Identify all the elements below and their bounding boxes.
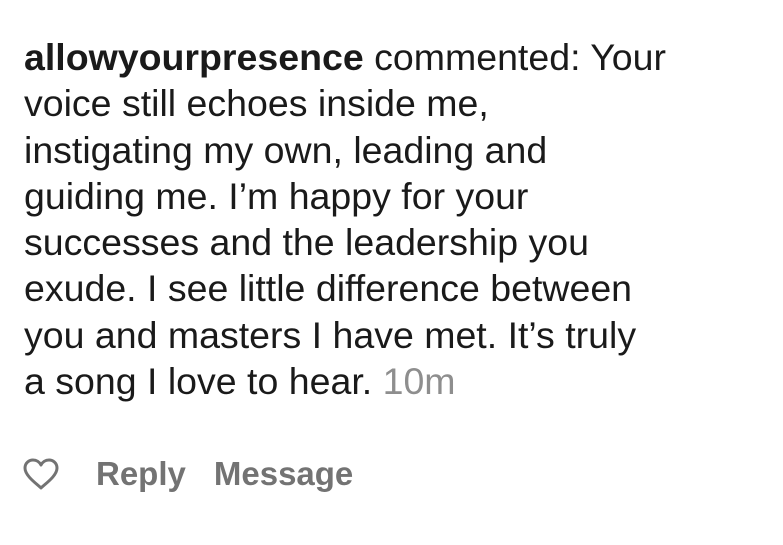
comment-text-line-4: guiding me. I’m happy for your bbox=[24, 174, 529, 217]
comment-line-8: a song I love to hear. 10m bbox=[24, 358, 764, 404]
like-button[interactable] bbox=[22, 455, 60, 493]
comment-body: allowyourpresence commented: Your voice … bbox=[24, 34, 764, 404]
comment-action-text: commented: bbox=[374, 36, 581, 78]
comment-line-1: allowyourpresence commented: Your bbox=[24, 34, 764, 80]
comment-timestamp: 10m bbox=[382, 360, 456, 403]
message-button[interactable]: Message bbox=[214, 455, 353, 493]
comment-text-line-1: Your bbox=[590, 36, 667, 78]
comment-text-line-5: successes and the leadership you bbox=[24, 221, 589, 264]
comment-actions: Reply Message bbox=[22, 452, 353, 496]
heart-outline-icon bbox=[23, 458, 59, 490]
comment-username[interactable]: allowyourpresence bbox=[24, 36, 364, 78]
comment-text-line-8: a song I love to hear. bbox=[24, 360, 373, 403]
comment-text-line-7: you and masters I have met. It’s truly bbox=[24, 313, 637, 356]
comment-text-line-2: voice still echoes inside me, bbox=[24, 82, 489, 125]
reply-button[interactable]: Reply bbox=[96, 455, 186, 493]
comment-text-line-3: instigating my own, leading and bbox=[24, 128, 548, 171]
comment-text-line-6: exude. I see little difference between bbox=[24, 267, 633, 310]
